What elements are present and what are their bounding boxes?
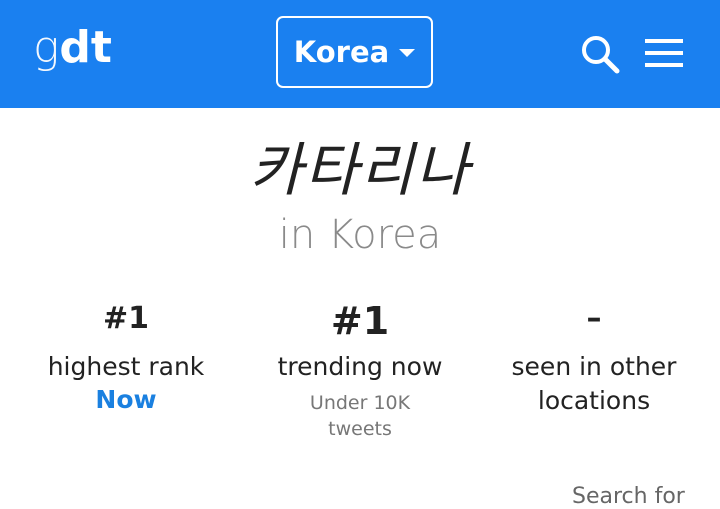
stat-value: – [586, 301, 602, 336]
search-button[interactable] [578, 32, 622, 76]
logo[interactable]: gdt [33, 20, 112, 76]
logo-dt: dt [59, 22, 112, 73]
page-subtitle: in Korea [278, 212, 442, 258]
page-title: 카타리나 [249, 136, 471, 204]
logo-g: g [33, 22, 60, 73]
stat-tweet-count-line1: Under 10K [309, 392, 411, 414]
stat-label-line2: locations [537, 386, 651, 415]
hamburger-menu-icon [645, 39, 683, 67]
stat-label-line1: seen in other [511, 352, 677, 381]
stat-tweet-count-line2: tweets [328, 418, 392, 440]
stat-value: #1 [330, 299, 390, 343]
stat-label: highest rank [47, 352, 205, 381]
top-bar: gdt Korea [0, 0, 720, 108]
stat-other-locations: – seen in other locations [474, 298, 714, 418]
menu-button[interactable] [642, 36, 686, 70]
stat-label: seen in other locations [474, 350, 714, 418]
stat-value: #1 [102, 301, 149, 336]
search-icon [582, 36, 620, 74]
stat-tweet-count: Under 10K tweets [240, 390, 480, 442]
chevron-down-icon [399, 49, 416, 57]
search-for-heading: Search for [572, 484, 685, 509]
stat-label: trending now [277, 352, 443, 381]
stat-trending-now: #1 trending now Under 10K tweets [240, 298, 480, 442]
stat-highest-rank: #1 highest rank Now [6, 298, 246, 416]
stat-now-link[interactable]: Now [6, 384, 246, 416]
country-selector[interactable]: Korea [276, 16, 433, 88]
country-selector-label: Korea [293, 35, 390, 69]
